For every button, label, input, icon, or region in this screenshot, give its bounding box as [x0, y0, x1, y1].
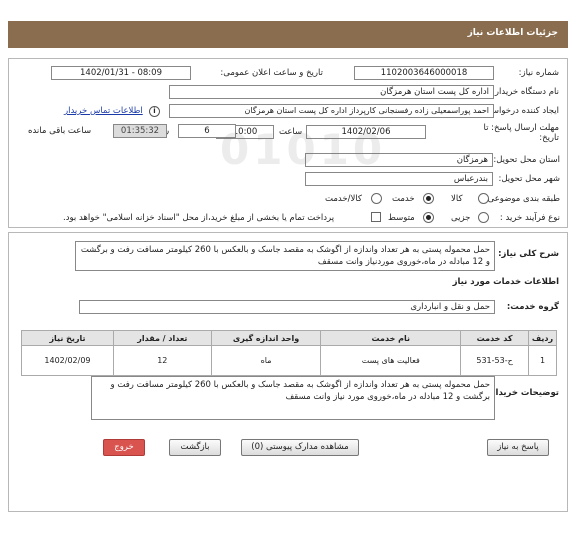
- col-code: کد خدمت: [460, 330, 530, 346]
- cell-qty: 12: [112, 345, 212, 376]
- col-unit: واحد اندازه گیری: [210, 330, 322, 346]
- need-info-lower: استان محل تحویل: هرمزگان شهر محل تحویل: …: [8, 58, 568, 228]
- cell-index: 1: [528, 345, 557, 376]
- category-radio-service[interactable]: [423, 193, 434, 204]
- col-index: ردیف: [528, 330, 557, 346]
- buyer-notes-text: حمل محموله پستی به هر تعداد واندازه از ا…: [91, 376, 495, 420]
- process-option-minor: جزیی: [451, 213, 471, 223]
- city-label: شهر محل تحویل:: [498, 174, 560, 184]
- cell-date: 1402/02/09: [21, 345, 114, 376]
- province-label: استان محل تحویل:: [493, 155, 560, 165]
- service-group-label: گروه خدمت:: [506, 302, 559, 312]
- col-date: تاریخ نیاز: [21, 330, 114, 346]
- process-radio-minor[interactable]: [478, 212, 489, 223]
- service-group-field: حمل و نقل و انبارداری: [79, 300, 495, 314]
- page-header: جزئیات اطلاعات نیاز: [8, 21, 568, 48]
- table-header-row: ردیف کد خدمت نام خدمت واحد اندازه گیری ت…: [21, 330, 557, 346]
- col-name: نام خدمت: [320, 330, 462, 346]
- category-option-goods: کالا: [451, 194, 463, 204]
- category-option-both: کالا/خدمت: [325, 194, 362, 204]
- category-radio-goods[interactable]: [478, 193, 489, 204]
- process-radio-medium[interactable]: [423, 212, 434, 223]
- city-field: بندرعباس: [305, 172, 493, 186]
- need-details-panel: شرح کلی نیاز: حمل محموله پستی به هر تعدا…: [8, 232, 568, 512]
- table-row: 1 ح-53-531 فعالیت های پست ماه 12 1402/02…: [21, 345, 557, 376]
- payment-note: پرداخت تمام یا بخشی از مبلغ خرید،از محل …: [63, 213, 335, 223]
- category-option-service: خدمت: [392, 194, 415, 204]
- cell-name: فعالیت های پست: [320, 345, 462, 376]
- province-field: هرمزگان: [305, 153, 493, 167]
- category-radio-both[interactable]: [371, 193, 382, 204]
- services-section-title: اطلاعات خدمات مورد نیاز: [452, 277, 559, 287]
- exit-button[interactable]: خروج: [103, 439, 145, 456]
- buyer-notes-label: توضیحات خریدار:: [487, 388, 559, 398]
- page-title: جزئیات اطلاعات نیاز: [467, 28, 558, 38]
- view-attachments-button[interactable]: مشاهده مدارک پیوستی (0): [241, 439, 359, 456]
- back-button[interactable]: بازگشت: [169, 439, 221, 456]
- process-option-medium: متوسط: [388, 213, 415, 223]
- treasury-payment-checkbox[interactable]: [371, 212, 381, 222]
- category-label: طبقه بندی موضوعی:: [484, 194, 560, 204]
- process-label: نوع فرآیند خرید :: [499, 213, 560, 223]
- services-table: ردیف کد خدمت نام خدمت واحد اندازه گیری ت…: [21, 330, 557, 376]
- respond-button[interactable]: پاسخ به نیاز: [487, 439, 549, 456]
- col-qty: تعداد / مقدار: [112, 330, 212, 346]
- cell-unit: ماه: [210, 345, 322, 376]
- summary-text: حمل محموله پستی به هر تعداد واندازه از ا…: [75, 241, 495, 271]
- summary-label: شرح کلی نیاز:: [498, 249, 559, 259]
- cell-code: ح-53-531: [460, 345, 530, 376]
